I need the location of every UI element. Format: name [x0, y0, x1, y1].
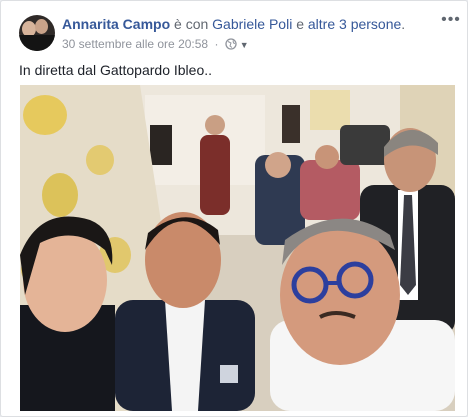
with-text: è con — [174, 16, 209, 32]
post-body-text: In diretta dal Gattopardo Ibleo.. — [19, 62, 213, 78]
post-photo[interactable] — [20, 85, 455, 411]
header-suffix: . — [401, 16, 406, 32]
others-link[interactable]: altre 3 persone — [308, 16, 401, 32]
meta-separator: · — [214, 37, 219, 51]
and-text: e — [296, 16, 304, 32]
post-timestamp-link[interactable]: 30 settembre alle ore 20:58 — [62, 37, 208, 51]
privacy-dropdown-icon[interactable]: ▼ — [240, 40, 249, 50]
facebook-post: Annarita Campo è con Gabriele Poli e alt… — [0, 0, 468, 417]
author-avatar[interactable] — [19, 15, 55, 51]
post-meta: 30 settembre alle ore 20:58 · ▼ — [62, 37, 249, 53]
author-name-link[interactable]: Annarita Campo — [62, 16, 170, 32]
tagged-person-link[interactable]: Gabriele Poli — [212, 16, 292, 32]
post-header: Annarita Campo è con Gabriele Poli e alt… — [62, 16, 405, 32]
globe-icon[interactable] — [225, 38, 237, 53]
more-options-icon[interactable]: ••• — [441, 11, 461, 28]
